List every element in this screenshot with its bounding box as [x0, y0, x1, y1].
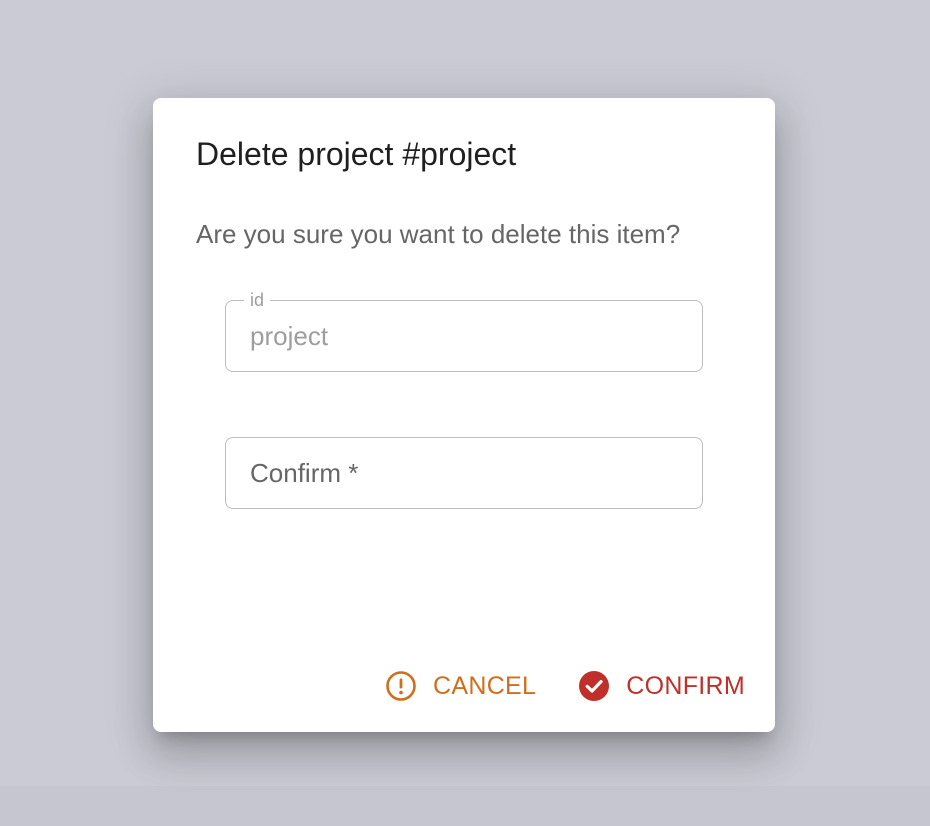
confirm-button-label: CONFIRM [626, 671, 745, 700]
delete-dialog: Delete project #project Are you sure you… [153, 98, 775, 732]
backdrop [0, 786, 930, 826]
cancel-button-label: CANCEL [433, 671, 537, 700]
id-field: id [225, 288, 703, 372]
cancel-button[interactable]: CANCEL [383, 666, 538, 706]
dialog-actions: CANCEL CONFIRM [383, 666, 747, 706]
id-input[interactable] [250, 301, 680, 371]
dialog-title: Delete project #project [196, 136, 517, 172]
confirm-input[interactable] [250, 438, 680, 508]
alert-circle-icon [385, 670, 417, 702]
confirm-field: Confirm * [225, 437, 703, 509]
check-circle-icon [578, 670, 610, 702]
dialog-message: Are you sure you want to delete this ite… [196, 219, 681, 249]
confirm-button[interactable]: CONFIRM [576, 666, 747, 706]
